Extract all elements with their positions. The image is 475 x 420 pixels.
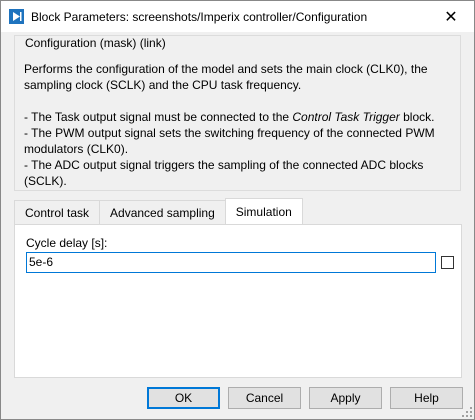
tab-strip: Control task Advanced sampling Simulatio… bbox=[14, 198, 303, 224]
cycle-delay-label: Cycle delay [s]: bbox=[26, 236, 108, 250]
block-parameters-dialog: Block Parameters: screenshots/Imperix co… bbox=[0, 0, 475, 420]
cycle-delay-checkbox[interactable] bbox=[441, 256, 454, 269]
apply-button[interactable]: Apply bbox=[309, 387, 382, 409]
bullet-task-output: - The Task output signal must be connect… bbox=[24, 110, 435, 124]
simulink-block-icon bbox=[9, 9, 24, 24]
window-title: Block Parameters: screenshots/Imperix co… bbox=[31, 9, 368, 24]
ok-button[interactable]: OK bbox=[147, 387, 220, 409]
bullet-adc-output: - The ADC output signal triggers the sam… bbox=[24, 158, 424, 188]
title-bar[interactable]: Block Parameters: screenshots/Imperix co… bbox=[1, 1, 474, 32]
description-paragraph: Performs the configuration of the model … bbox=[24, 62, 428, 92]
bullet-pwm-output: - The PWM output signal sets the switchi… bbox=[24, 126, 435, 156]
tab-simulation[interactable]: Simulation bbox=[224, 198, 303, 224]
close-button[interactable]: ✕ bbox=[428, 1, 474, 32]
help-button[interactable]: Help bbox=[390, 387, 463, 409]
cancel-button[interactable]: Cancel bbox=[228, 387, 301, 409]
close-icon: ✕ bbox=[444, 8, 458, 26]
group-title: Configuration (mask) (link) bbox=[22, 36, 169, 50]
mask-description: Performs the configuration of the model … bbox=[24, 61, 454, 189]
cycle-delay-input[interactable]: 5e-6 bbox=[26, 252, 436, 273]
mask-description-group: Configuration (mask) (link) Performs the… bbox=[14, 35, 461, 191]
tab-control-task[interactable]: Control task bbox=[14, 200, 101, 224]
tab-advanced-sampling[interactable]: Advanced sampling bbox=[99, 200, 226, 224]
resize-grip-icon[interactable] bbox=[462, 407, 472, 417]
simulation-tab-panel: Cycle delay [s]: 5e-6 bbox=[14, 224, 462, 378]
